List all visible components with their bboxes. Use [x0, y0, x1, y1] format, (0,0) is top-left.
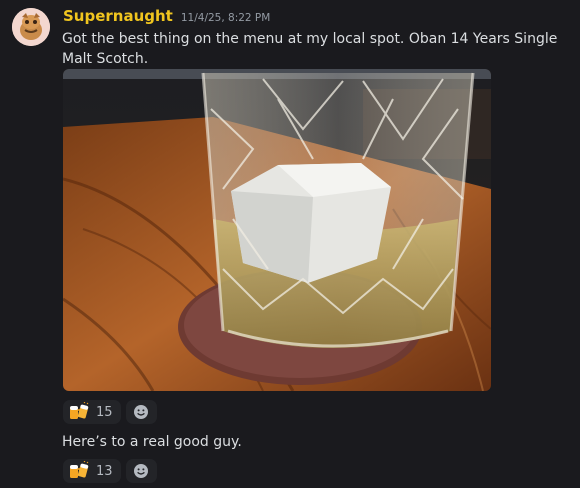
smiley-icon — [134, 464, 149, 478]
username[interactable]: Supernaught — [63, 7, 173, 25]
add-reaction-button[interactable] — [125, 459, 157, 483]
message-group: Supernaught 11/4/25, 8:22 PM Got the bes… — [0, 0, 580, 488]
message-header: Supernaught 11/4/25, 8:22 PM — [63, 7, 270, 27]
reactions-bar-followup: 13 — [63, 459, 157, 483]
message-text-followup: Here’s to a real good guy. — [62, 434, 242, 450]
avatar[interactable] — [12, 8, 50, 46]
reaction-beers[interactable]: 15 — [63, 400, 121, 424]
reactions-bar: 15 — [63, 400, 157, 424]
smiley-icon — [134, 405, 149, 419]
reaction-beers[interactable]: 13 — [63, 459, 121, 483]
timestamp[interactable]: 11/4/25, 8:22 PM — [181, 12, 270, 24]
image-attachment[interactable] — [63, 69, 491, 391]
reaction-count: 13 — [96, 463, 113, 479]
avatar-icon — [12, 8, 50, 46]
beers-icon — [70, 461, 89, 478]
message-text: Got the best thing on the menu at my loc… — [62, 31, 558, 67]
beers-icon — [70, 402, 89, 419]
whisky-glass-photo-icon — [63, 69, 491, 391]
add-reaction-button[interactable] — [125, 400, 157, 424]
reaction-count: 15 — [96, 404, 113, 420]
